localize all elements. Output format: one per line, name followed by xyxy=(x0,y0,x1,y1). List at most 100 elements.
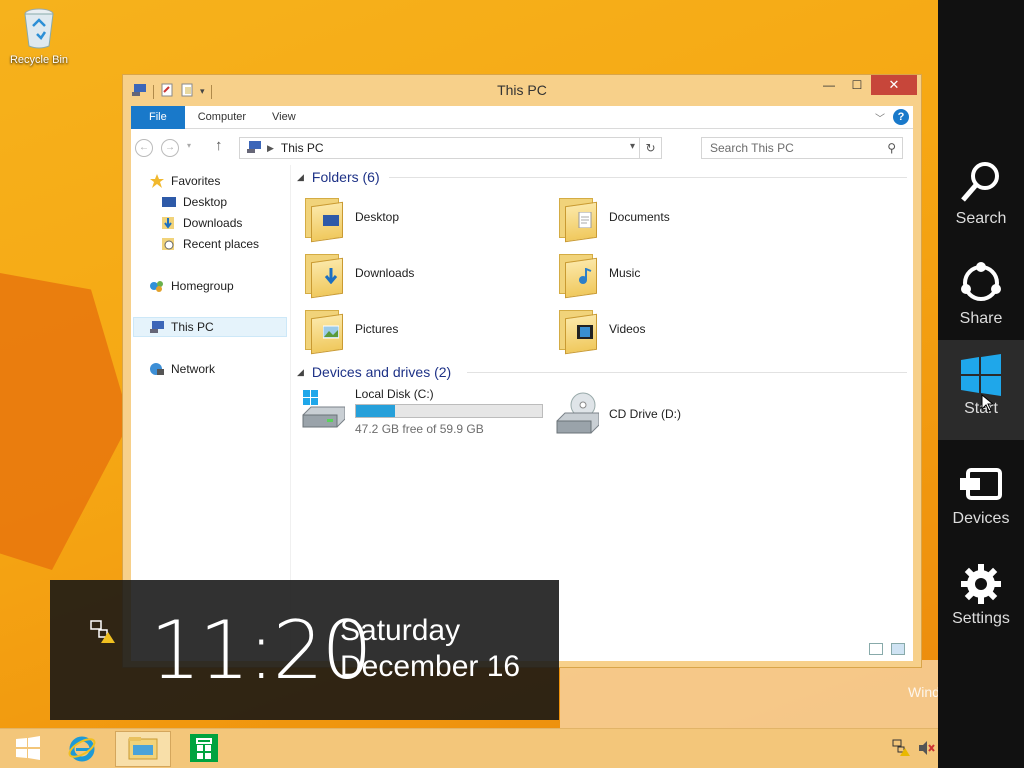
drive-c-usage-fill xyxy=(356,405,396,417)
desktop-icon xyxy=(161,195,177,209)
drive-d-name: CD Drive (D:) xyxy=(609,407,681,421)
drive-local-c[interactable]: Local Disk (C:) 47.2 GB free of 59.9 GB xyxy=(301,387,543,436)
taskbar-file-explorer[interactable] xyxy=(115,731,171,767)
refresh-icon[interactable]: ↻ xyxy=(639,138,661,158)
volume-muted-icon[interactable] xyxy=(918,739,936,760)
nav-recent-places[interactable]: Recent places xyxy=(161,234,259,254)
search-input[interactable]: Search This PC ⚲ xyxy=(701,137,903,159)
recent-locations-icon[interactable]: ▾ xyxy=(187,141,191,150)
breadcrumb-this-pc[interactable]: This PC xyxy=(281,141,324,155)
folders-group-header[interactable]: ◢ Folders (6) xyxy=(297,167,907,187)
lock-clock-overlay: 11:20 Saturday December 16 xyxy=(50,580,559,720)
desktop-background-shape xyxy=(560,660,940,730)
documents-folder-icon xyxy=(557,194,597,243)
close-button[interactable]: ✕ xyxy=(871,75,917,95)
nav-favorites[interactable]: Favorites xyxy=(149,171,220,191)
recycle-bin-icon xyxy=(21,6,57,50)
charm-share[interactable]: Share xyxy=(938,250,1024,350)
title-bar[interactable]: ▾ This PC — ☐ ✕ xyxy=(123,75,921,105)
nav-downloads[interactable]: Downloads xyxy=(161,213,242,233)
address-bar[interactable]: ▶ This PC ▾ ↻ xyxy=(239,137,662,159)
music-folder-icon xyxy=(557,250,597,299)
file-explorer-window: ▾ This PC — ☐ ✕ File Computer View ﹀ ? ←… xyxy=(122,74,922,668)
recycle-bin[interactable]: Recycle Bin xyxy=(6,6,72,66)
internet-explorer-icon xyxy=(67,733,97,766)
clock-day: Saturday xyxy=(340,614,461,647)
charm-start[interactable]: Start xyxy=(938,340,1024,440)
hard-drive-icon xyxy=(301,387,346,431)
breadcrumb-separator-icon[interactable]: ▶ xyxy=(267,143,274,154)
folder-documents[interactable]: Documents xyxy=(557,191,670,243)
windows-logo-icon xyxy=(938,340,1024,396)
tab-view[interactable]: View xyxy=(259,106,309,129)
folder-desktop[interactable]: Desktop xyxy=(303,191,399,243)
taskbar-internet-explorer[interactable] xyxy=(54,731,110,767)
recycle-bin-label: Recycle Bin xyxy=(9,54,69,66)
clock-time: 11:20 xyxy=(150,604,373,697)
window-controls: — ☐ ✕ xyxy=(815,75,917,95)
window-title: This PC xyxy=(497,82,547,98)
videos-folder-icon xyxy=(557,306,597,355)
arrow-left-icon: ← xyxy=(139,142,149,153)
drive-c-free-space: 47.2 GB free of 59.9 GB xyxy=(355,422,484,436)
folder-videos[interactable]: Videos xyxy=(557,303,645,355)
tab-file[interactable]: File xyxy=(131,105,185,129)
folder-pictures[interactable]: Pictures xyxy=(303,303,398,355)
homegroup-icon xyxy=(149,279,165,293)
details-view-icon[interactable] xyxy=(869,643,883,655)
this-pc-icon xyxy=(149,320,165,334)
devices-icon xyxy=(938,450,1024,506)
system-tray xyxy=(892,739,936,760)
charm-search[interactable]: Search xyxy=(938,150,1024,250)
gear-icon xyxy=(938,550,1024,606)
expand-ribbon-icon[interactable]: ﹀ xyxy=(875,110,885,125)
store-icon xyxy=(189,733,219,766)
up-arrow-icon[interactable]: ↑ xyxy=(215,137,223,154)
downloads-icon xyxy=(161,216,177,230)
drive-cd-d[interactable]: CD Drive (D:) xyxy=(555,391,681,435)
devices-group-header[interactable]: ◢ Devices and drives (2) xyxy=(297,362,907,382)
charms-bar: Search Share Start Devices Settings xyxy=(938,0,1024,768)
network-warning-icon xyxy=(90,620,116,647)
network-warning-icon[interactable] xyxy=(892,739,910,760)
recent-places-icon xyxy=(161,237,177,251)
downloads-folder-icon xyxy=(303,250,343,299)
collapse-arrow-icon: ◢ xyxy=(297,366,304,377)
nav-homegroup[interactable]: Homegroup xyxy=(149,276,234,296)
windows-watermark: Wind xyxy=(908,684,938,700)
search-icon xyxy=(938,150,1024,206)
windows-logo-icon xyxy=(15,735,41,763)
tab-computer[interactable]: Computer xyxy=(185,106,259,129)
file-explorer-icon xyxy=(128,735,158,764)
folder-downloads[interactable]: Downloads xyxy=(303,247,414,299)
large-icons-view-icon[interactable] xyxy=(891,643,905,655)
mouse-cursor-icon xyxy=(981,393,995,415)
search-placeholder: Search This PC xyxy=(710,141,794,155)
maximize-button[interactable]: ☐ xyxy=(843,75,871,95)
taskbar-store[interactable] xyxy=(176,731,232,767)
desktop-background-shape xyxy=(0,273,130,570)
charm-settings[interactable]: Settings xyxy=(938,550,1024,650)
help-icon[interactable]: ? xyxy=(893,109,909,125)
back-button[interactable]: ← xyxy=(135,139,153,157)
clock-date: December 16 xyxy=(340,650,521,683)
collapse-arrow-icon: ◢ xyxy=(297,171,304,182)
nav-this-pc[interactable]: This PC xyxy=(133,317,287,337)
arrow-right-icon: → xyxy=(165,142,175,153)
pictures-folder-icon xyxy=(303,306,343,355)
minimize-button[interactable]: — xyxy=(815,75,843,95)
address-dropdown-icon[interactable]: ▾ xyxy=(630,141,635,152)
start-button[interactable] xyxy=(0,731,56,767)
drive-c-name: Local Disk (C:) xyxy=(355,387,434,401)
nav-desktop[interactable]: Desktop xyxy=(161,192,227,212)
charm-devices[interactable]: Devices xyxy=(938,450,1024,550)
view-switcher xyxy=(869,643,905,655)
taskbar xyxy=(0,728,938,768)
folder-music[interactable]: Music xyxy=(557,247,640,299)
search-icon: ⚲ xyxy=(887,141,896,155)
desktop-folder-icon xyxy=(303,194,343,243)
forward-button[interactable]: → xyxy=(161,139,179,157)
ribbon-tabs: File Computer View ﹀ ? xyxy=(131,105,913,129)
cd-drive-icon xyxy=(555,391,600,435)
nav-network[interactable]: Network xyxy=(149,359,215,379)
